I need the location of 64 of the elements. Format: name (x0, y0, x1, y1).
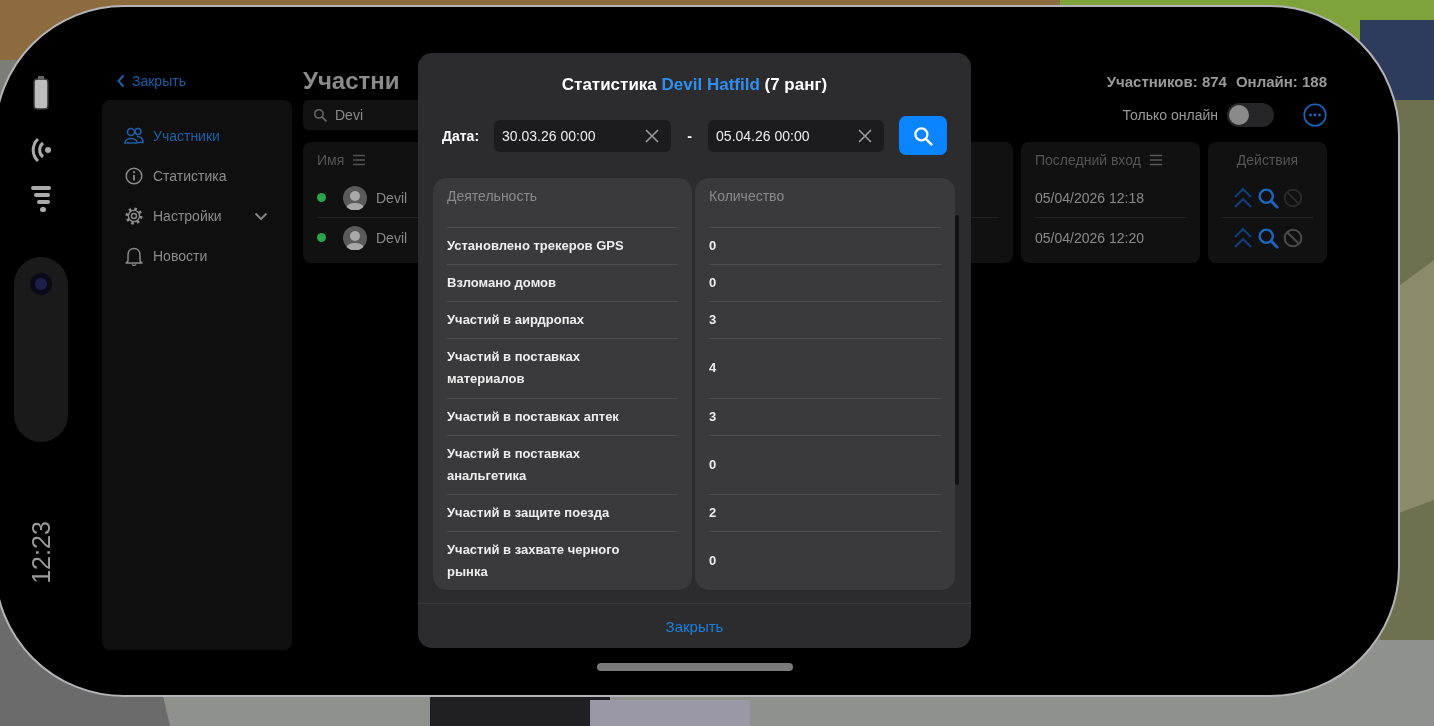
column-header: Количество (709, 188, 785, 204)
table-cell-text: 0 (709, 274, 717, 293)
back-link[interactable]: Закрыть (102, 73, 186, 89)
table-cell-text: 0 (709, 237, 717, 256)
clear-icon[interactable] (645, 128, 660, 143)
search-icon (313, 108, 327, 122)
avatar-icon (343, 225, 367, 250)
sort-icon[interactable] (352, 154, 367, 166)
table-cell-text: 2 (709, 503, 717, 522)
info-icon (125, 167, 143, 185)
back-chevron-icon (117, 74, 125, 88)
table-cell: Devil (376, 189, 408, 206)
search-icon (1256, 226, 1279, 249)
table-cell-text: 3 (709, 311, 717, 330)
date-separator: - (686, 127, 693, 144)
signal-icon (30, 136, 52, 164)
modal-title: Статистика Devil Hatfild (7 ранг) (560, 74, 829, 96)
battery-icon (33, 76, 49, 110)
sort-icon[interactable] (1148, 154, 1163, 166)
camera-icon (29, 272, 53, 296)
search-icon (913, 125, 934, 146)
table-cell-text: 4 (709, 359, 717, 378)
table-cell-text: Участий в захвате черного рынка (447, 540, 621, 581)
table-cell-text: 3 (709, 407, 717, 426)
clear-icon[interactable] (858, 128, 873, 143)
table-cell-text: Участий в поставках аптек (447, 407, 619, 426)
stat-text: Онлайн: 188 (1235, 72, 1327, 90)
sidebar-item[interactable]: Статистика (102, 156, 292, 196)
date-field[interactable]: 30.03.26 00:00 (494, 119, 672, 152)
sidebar-item[interactable]: Настройки (102, 196, 292, 236)
stat-text: Участников: 874 (1106, 72, 1227, 90)
table-cell-text: 0 (709, 551, 717, 570)
table-cell-text: Участий в аирдропах (447, 311, 584, 330)
table-cell: Devil (376, 229, 408, 246)
close-button[interactable]: Закрыть (659, 615, 730, 637)
table-cell-text: Взломано домов (447, 274, 556, 293)
sidebar-item[interactable]: Новости (102, 236, 292, 276)
page-title: Участни (303, 67, 400, 95)
table-cell-text: Участий в поставках анальгетика (447, 444, 582, 485)
people-icon (124, 127, 144, 145)
bell-icon (125, 246, 143, 266)
search-button[interactable] (899, 116, 948, 155)
date-label: Дата: (442, 127, 480, 144)
table-cell: 05/04/2026 12:18 (1035, 189, 1144, 206)
table-cell-text: Участий в поставках материалов (447, 348, 582, 389)
table-cell-text: Участий в защите поезда (447, 503, 610, 522)
double-chevron-up-icon[interactable] (1232, 226, 1253, 249)
chevron-icon (254, 211, 268, 221)
gear-icon (124, 206, 144, 226)
toggle-label: Только онлайн (1122, 107, 1218, 123)
table-cell-text: Установлено трекеров GPS (447, 237, 624, 256)
sidebar-item[interactable]: Участники (102, 116, 292, 156)
avatar-icon (343, 185, 367, 210)
table-cell: 05/04/2026 12:20 (1035, 229, 1144, 246)
bars-icon (30, 185, 52, 213)
ban-icon[interactable] (1282, 227, 1303, 248)
double-chevron-up-icon[interactable] (1232, 186, 1253, 209)
clock-time: 12:23 (26, 520, 56, 584)
search-icon (1256, 186, 1279, 209)
date-field[interactable]: 05.04.26 00:00 (708, 119, 885, 152)
column-header: Деятельность (447, 188, 538, 204)
table-cell-text: 0 (709, 455, 717, 474)
online-toggle[interactable] (1227, 103, 1274, 127)
more-icon[interactable] (1303, 103, 1327, 127)
